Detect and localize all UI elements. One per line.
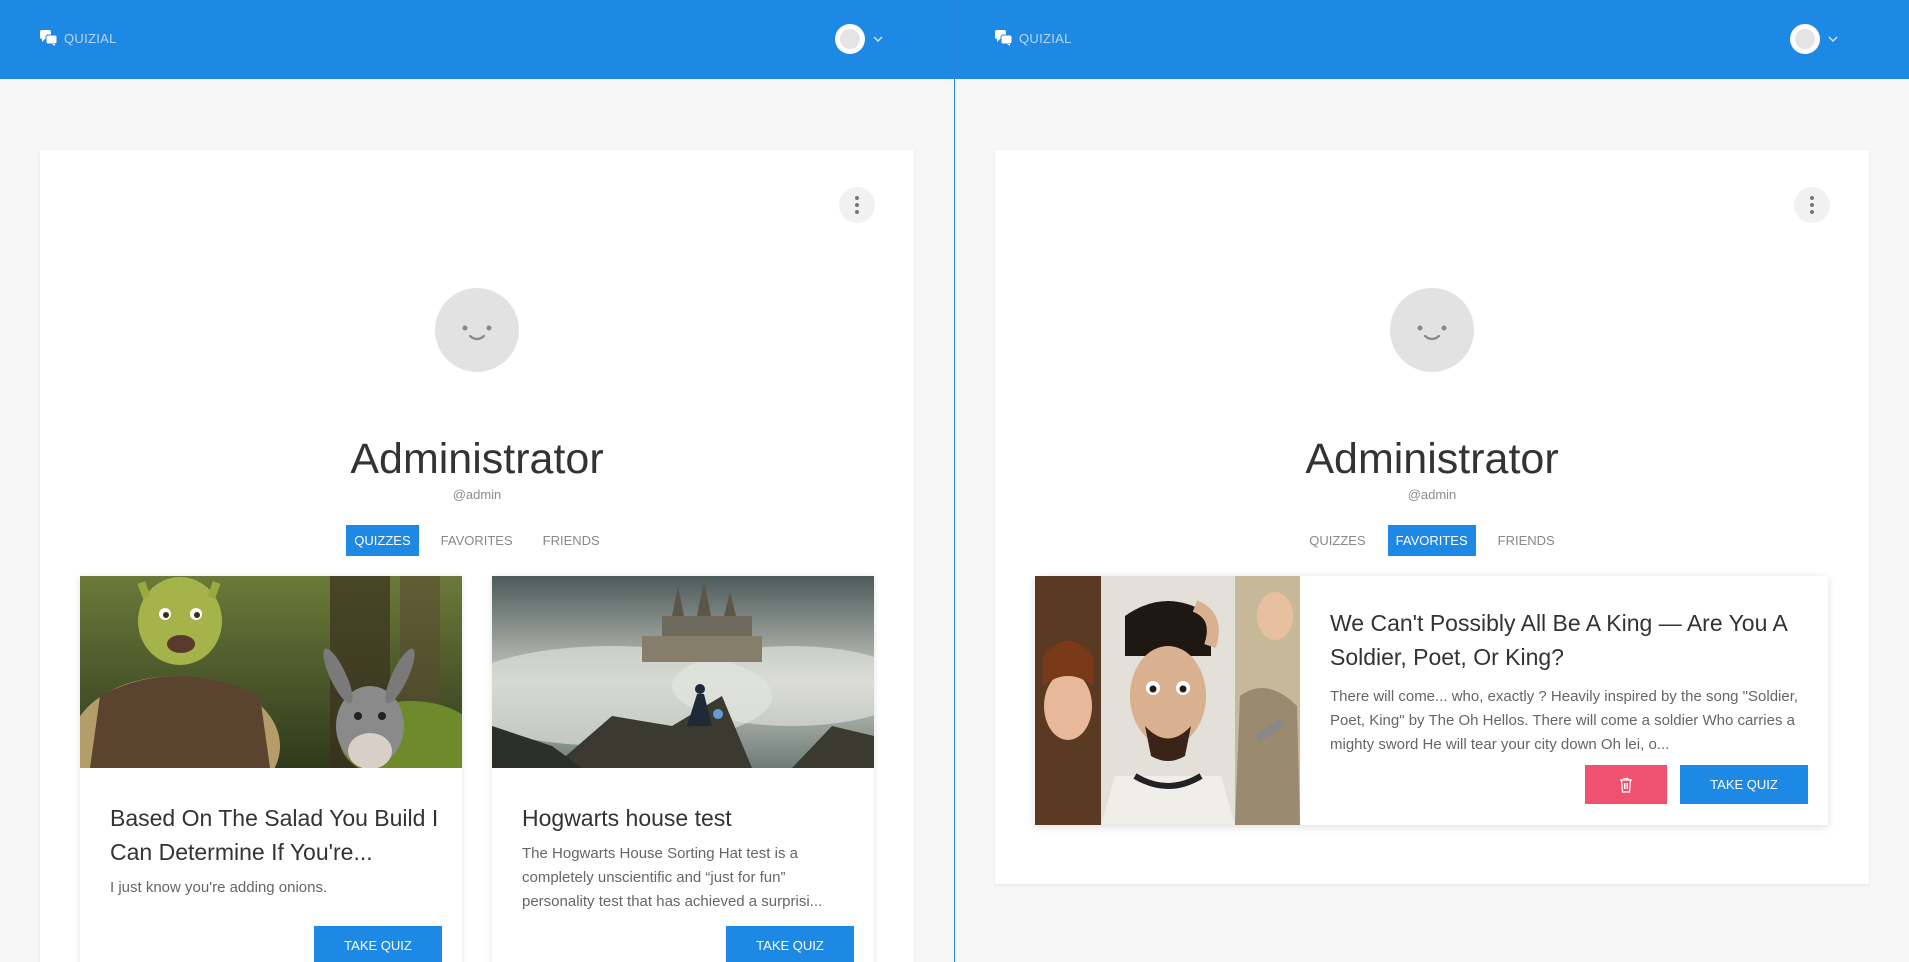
profile-tabs: QUIZZES FAVORITES FRIENDS: [40, 525, 914, 556]
quiz-image: [80, 576, 462, 768]
quiz-image: [492, 576, 874, 768]
profile-handle: @admin: [452, 487, 502, 502]
tab-favorites[interactable]: FAVORITES: [433, 525, 521, 556]
quiz-card[interactable]: Hogwarts house test The Hogwarts House S…: [492, 576, 874, 962]
quiz-description: The Hogwarts House Sorting Hat test is a…: [522, 845, 823, 910]
tab-quizzes[interactable]: QUIZZES: [346, 525, 419, 556]
brand-logo[interactable]: QUIZIAL: [40, 30, 117, 46]
take-quiz-button[interactable]: TAKE QUIZ: [726, 926, 854, 962]
delete-favorite-button[interactable]: [1585, 765, 1667, 804]
avatar: [1790, 24, 1820, 54]
tab-quizzes[interactable]: QUIZZES: [1301, 525, 1373, 556]
left-pane: QUIZIAL Administrator @admin QUIZZES FAV…: [0, 0, 954, 962]
chat-bubbles-icon: [995, 30, 1013, 46]
top-navbar: QUIZIAL: [955, 0, 1909, 79]
quiz-title[interactable]: Based On The Salad You Build I Can Deter…: [110, 801, 440, 869]
quiz-title[interactable]: Hogwarts house test: [522, 801, 852, 835]
right-pane: QUIZIAL Administrator @admin QUIZZES FAV…: [955, 0, 1909, 962]
trash-icon: [1620, 777, 1632, 793]
profile-card: Administrator @admin QUIZZES FAVORITES F…: [995, 150, 1869, 884]
more-vertical-icon: [855, 196, 859, 200]
chevron-down-icon: [1828, 36, 1838, 42]
quiz-image: [1035, 576, 1300, 825]
avatar: [835, 24, 865, 54]
brand-name: QUIZIAL: [64, 30, 117, 46]
quiz-card[interactable]: Based On The Salad You Build I Can Deter…: [80, 576, 462, 962]
chat-bubbles-icon: [40, 30, 58, 46]
tab-friends[interactable]: FRIENDS: [1490, 525, 1563, 556]
top-navbar: QUIZIAL: [0, 0, 954, 79]
profile-tabs: QUIZZES FAVORITES FRIENDS: [995, 525, 1869, 556]
more-options-button[interactable]: [839, 187, 875, 223]
more-vertical-icon: [1810, 196, 1814, 200]
profile-avatar: [435, 288, 519, 372]
profile-avatar: [1390, 288, 1474, 372]
profile-name: Administrator: [1305, 435, 1559, 483]
take-quiz-button[interactable]: TAKE QUIZ: [1680, 765, 1808, 804]
tab-friends[interactable]: FRIENDS: [535, 525, 608, 556]
chevron-down-icon: [873, 36, 883, 42]
brand-name: QUIZIAL: [1019, 30, 1072, 46]
profile-card: Administrator @admin QUIZZES FAVORITES F…: [40, 150, 914, 962]
quiz-description: There will come... who, exactly ? Heavil…: [1330, 688, 1799, 753]
more-options-button[interactable]: [1794, 187, 1830, 223]
user-menu[interactable]: [835, 24, 883, 54]
favorite-quiz-card[interactable]: We Can't Possibly All Be A King — Are Yo…: [1035, 576, 1828, 825]
profile-handle: @admin: [1407, 487, 1457, 502]
brand-logo[interactable]: QUIZIAL: [995, 30, 1072, 46]
profile-name: Administrator: [350, 435, 604, 483]
quiz-title[interactable]: We Can't Possibly All Be A King — Are Yo…: [1330, 606, 1805, 674]
user-menu[interactable]: [1790, 24, 1838, 54]
tab-favorites[interactable]: FAVORITES: [1387, 525, 1476, 556]
quiz-description: I just know you're adding onions.: [110, 879, 328, 896]
take-quiz-button[interactable]: TAKE QUIZ: [314, 926, 442, 962]
